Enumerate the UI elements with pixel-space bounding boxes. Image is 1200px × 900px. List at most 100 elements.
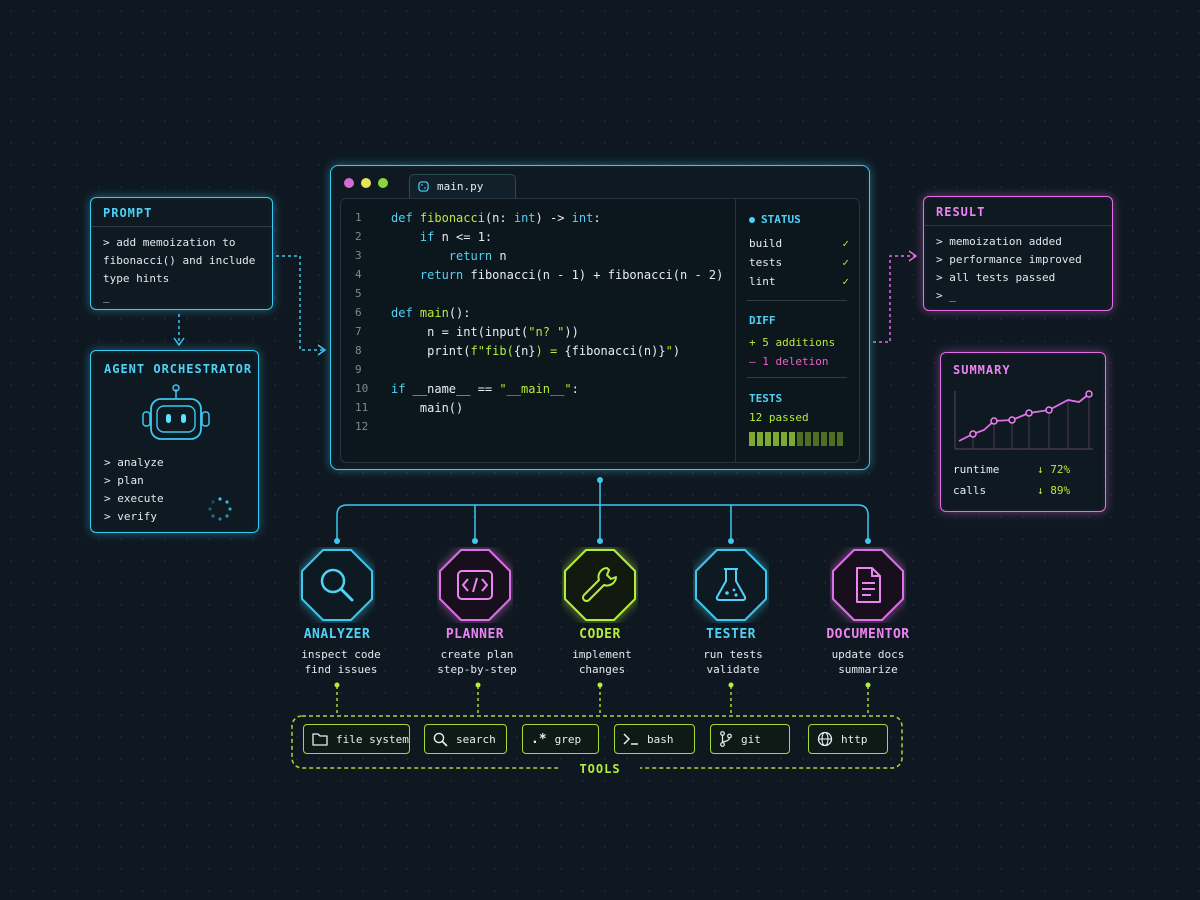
code-line: return fibonacci(n - 1) + fibonacci(n - … (419, 268, 724, 282)
orchestrator-title: AGENT ORCHESTRATOR (104, 362, 253, 376)
planner-desc: create plan step-by-step (437, 648, 517, 676)
code-line: n = int(input("n? ")) (391, 325, 579, 339)
diff-section: DIFF + 5 additions – 1 deletion (749, 311, 859, 371)
tests-passed: 12 passed (749, 411, 809, 424)
git-branch-icon (720, 731, 732, 747)
folder-icon (312, 733, 328, 746)
check-icon: ✓ (842, 237, 849, 250)
metric-calls: calls ↓ 89% (953, 484, 1071, 497)
tool-http[interactable]: http (808, 724, 888, 754)
diff-divider (747, 377, 847, 378)
tool-label: bash (647, 732, 674, 746)
line-number: 11 (355, 401, 369, 414)
robot-icon (142, 384, 210, 440)
status-divider (747, 300, 847, 301)
code-area[interactable]: 1 def fibonacci(n: int) -> int: 2 if n <=… (340, 198, 860, 463)
loading-spinner-icon (208, 497, 232, 521)
summary-title: SUMMARY (953, 363, 1011, 377)
documentor-name: DOCUMENTOR (826, 627, 910, 642)
test-segment (781, 432, 787, 446)
tool-label: git (741, 732, 761, 746)
coder-name: CODER (579, 627, 621, 642)
tool-git[interactable]: git (710, 724, 790, 754)
line-number: 3 (355, 249, 362, 262)
tool-label: file system (336, 732, 409, 746)
line-number: 8 (355, 344, 362, 357)
coder-agent-node[interactable] (562, 547, 638, 623)
documentor-agent-node[interactable] (830, 547, 906, 623)
result-panel: RESULT > memoization added > performance… (923, 196, 1113, 311)
test-segment (829, 432, 835, 446)
result-title: RESULT (936, 205, 986, 219)
test-segment (797, 432, 803, 446)
code-line: def fibonacci(n: int) -> int: (391, 211, 601, 225)
prompt-cursor: _ (103, 290, 110, 303)
result-line: > performance improved (936, 253, 1082, 266)
test-segment (757, 432, 763, 446)
test-segment (789, 432, 795, 446)
code-line: print(f"fib({n}) = {fibonacci(n)}") (391, 344, 681, 358)
check-icon: ✓ (842, 256, 849, 269)
planner-name: PLANNER (445, 627, 505, 642)
analyzer-name: ANALYZER (303, 627, 371, 642)
code-line: return n (448, 249, 507, 263)
code-line: def main(): (391, 306, 471, 320)
code-editor-window: main.py 1 def fibonacci(n: int) -> int: 2… (330, 165, 870, 470)
prompt-panel: PROMPT > add memoization to fibonacci() … (90, 197, 273, 310)
line-number: 7 (355, 325, 362, 338)
prompt-line: > add memoization to (103, 236, 236, 249)
python-file-icon (418, 181, 429, 192)
side-panel-divider (735, 199, 736, 462)
status-title: STATUS (761, 213, 801, 226)
orchestrator-panel: AGENT ORCHESTRATOR > analyze > plan > ex… (90, 350, 259, 533)
tab-label: main.py (437, 180, 484, 193)
prompt-divider (91, 226, 272, 227)
summary-panel: SUMMARY runtime ↓ 72% calls ↓ 89% (940, 352, 1106, 512)
test-segment (837, 432, 843, 446)
line-number: 2 (355, 230, 362, 243)
diff-title: DIFF (749, 314, 776, 327)
analyzer-agent-node[interactable] (299, 547, 375, 623)
prompt-text[interactable]: > add memoization to fibonacci() and inc… (103, 234, 255, 306)
analyzer-desc: inspect code find issues (301, 648, 381, 676)
step-analyze: > analyze (104, 456, 164, 469)
result-cursor: > _ (936, 289, 956, 302)
tester-desc: run tests validate (703, 648, 763, 676)
tool-bash[interactable]: bash (614, 724, 695, 754)
window-close-dot[interactable] (344, 178, 354, 188)
test-segment (749, 432, 755, 446)
code-line: if n <= 1: (419, 230, 493, 244)
step-verify: > verify (104, 510, 157, 523)
globe-icon (817, 731, 833, 747)
tester-agent-node[interactable] (693, 547, 769, 623)
tab-main-py[interactable]: main.py (409, 174, 516, 198)
tool-search[interactable]: search (424, 724, 507, 754)
tool-label: grep (554, 732, 582, 746)
result-lines: > memoization added > performance improv… (936, 233, 1082, 305)
tool-file-system[interactable]: file system (303, 724, 410, 754)
result-line: > all tests passed (936, 271, 1056, 284)
test-segment (821, 432, 827, 446)
tool-grep[interactable]: .* grep (522, 724, 599, 754)
search-icon (433, 732, 448, 747)
regex-icon: .* (531, 731, 547, 747)
tools-title: TOOLS (560, 762, 640, 776)
line-number: 6 (355, 306, 362, 319)
result-line: > memoization added (936, 235, 1062, 248)
result-divider (924, 225, 1112, 226)
status-build: build ✓ (749, 234, 849, 253)
status-section: STATUS build ✓ tests ✓ lint ✓ (749, 213, 849, 291)
step-plan: > plan (104, 474, 144, 487)
line-number: 12 (355, 420, 369, 433)
tool-label: search (456, 732, 496, 746)
coder-desc: implement changes (572, 648, 632, 676)
test-segment (765, 432, 771, 446)
window-minimize-dot[interactable] (361, 178, 371, 188)
terminal-icon (623, 733, 638, 745)
window-maximize-dot[interactable] (378, 178, 388, 188)
prompt-line: type hints (103, 272, 170, 285)
test-segment (813, 432, 819, 446)
line-number: 4 (355, 268, 362, 281)
planner-agent-node[interactable] (437, 547, 513, 623)
status-dot-icon (749, 216, 755, 223)
